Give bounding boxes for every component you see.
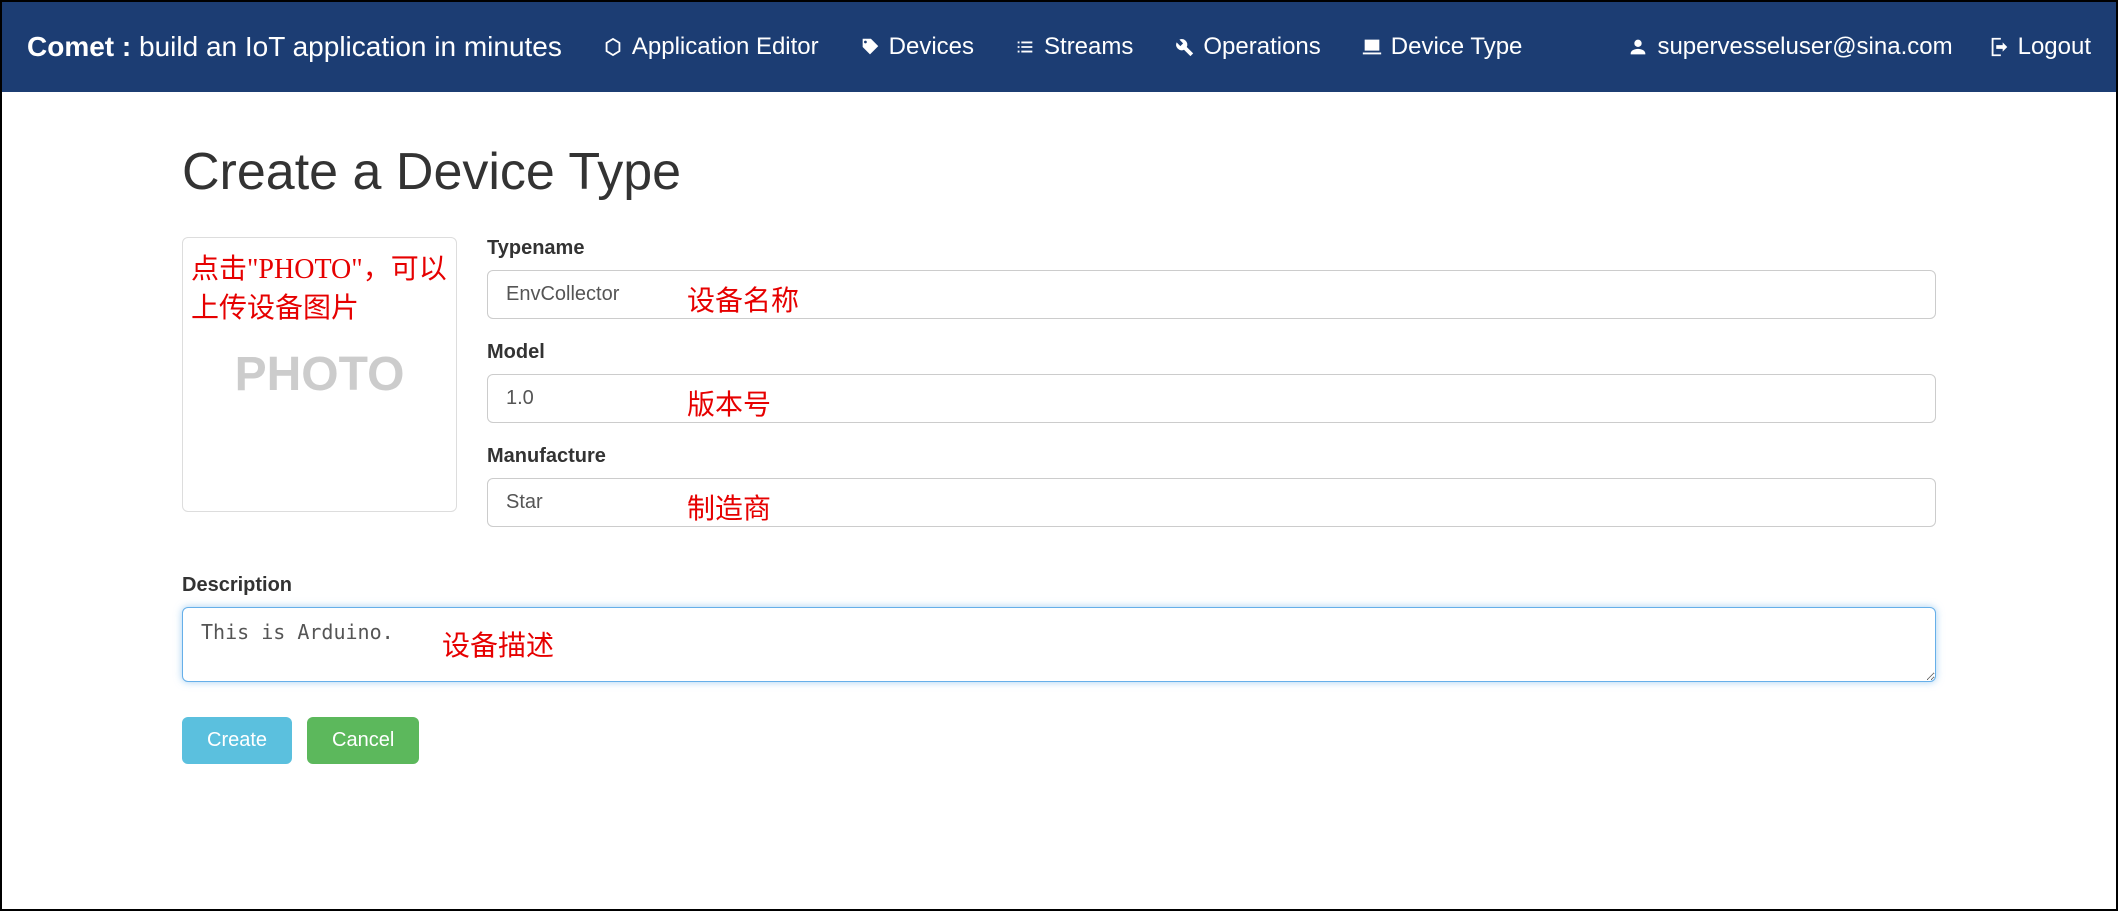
nav-operations[interactable]: Operations	[1173, 33, 1320, 61]
nav-label: Device Type	[1391, 33, 1523, 61]
model-group: Model 版本号	[487, 341, 1936, 423]
photo-annotation: 点击"PHOTO"，可以上传设备图片	[191, 250, 451, 328]
manufacture-input[interactable]	[487, 478, 1936, 527]
navbar: Comet : build an IoT application in minu…	[2, 2, 2116, 92]
nav-devices[interactable]: Devices	[859, 33, 974, 61]
hexagon-icon	[602, 36, 624, 58]
list-icon	[1014, 36, 1036, 58]
user-email: supervesseluser@sina.com	[1657, 33, 1952, 61]
nav-user[interactable]: supervesseluser@sina.com	[1627, 33, 1952, 61]
typename-group: Typename 设备名称	[487, 237, 1936, 319]
description-section: Description 设备描述	[182, 574, 1936, 687]
model-label: Model	[487, 341, 1936, 364]
form-fields: Typename 设备名称 Model 版本号 Manufacture 制造商	[487, 237, 1936, 549]
form-row: 点击"PHOTO"，可以上传设备图片 PHOTO Typename 设备名称 M…	[182, 237, 1936, 549]
tag-icon	[859, 36, 881, 58]
create-button[interactable]: Create	[182, 717, 292, 764]
brand-main: Comet :	[27, 31, 131, 62]
main-container: Create a Device Type 点击"PHOTO"，可以上传设备图片 …	[2, 92, 2116, 764]
button-row: Create Cancel	[182, 717, 1936, 764]
nav-label: Devices	[889, 33, 974, 61]
manufacture-group: Manufacture 制造商	[487, 445, 1936, 527]
navbar-brand[interactable]: Comet : build an IoT application in minu…	[27, 31, 562, 63]
device-icon	[1361, 36, 1383, 58]
brand-sub: build an IoT application in minutes	[131, 31, 562, 62]
description-input[interactable]	[182, 607, 1936, 682]
nav-application-editor[interactable]: Application Editor	[602, 33, 819, 61]
page-title: Create a Device Type	[182, 142, 1936, 202]
photo-placeholder: PHOTO	[235, 347, 405, 402]
nav-logout[interactable]: Logout	[1988, 33, 2091, 61]
logout-icon	[1988, 36, 2010, 58]
user-icon	[1627, 36, 1649, 58]
nav-device-type[interactable]: Device Type	[1361, 33, 1523, 61]
model-input[interactable]	[487, 374, 1936, 423]
typename-label: Typename	[487, 237, 1936, 260]
description-group: Description 设备描述	[182, 574, 1936, 687]
description-label: Description	[182, 574, 1936, 597]
logout-label: Logout	[2018, 33, 2091, 61]
cancel-button[interactable]: Cancel	[307, 717, 419, 764]
typename-input[interactable]	[487, 270, 1936, 319]
nav-right: supervesseluser@sina.com Logout	[1627, 33, 2091, 61]
nav-items: Application Editor Devices Streams Opera…	[602, 33, 1523, 61]
nav-streams[interactable]: Streams	[1014, 33, 1133, 61]
nav-label: Application Editor	[632, 33, 819, 61]
manufacture-label: Manufacture	[487, 445, 1936, 468]
photo-upload-box[interactable]: 点击"PHOTO"，可以上传设备图片 PHOTO	[182, 237, 457, 512]
nav-label: Operations	[1203, 33, 1320, 61]
nav-label: Streams	[1044, 33, 1133, 61]
wrench-icon	[1173, 36, 1195, 58]
